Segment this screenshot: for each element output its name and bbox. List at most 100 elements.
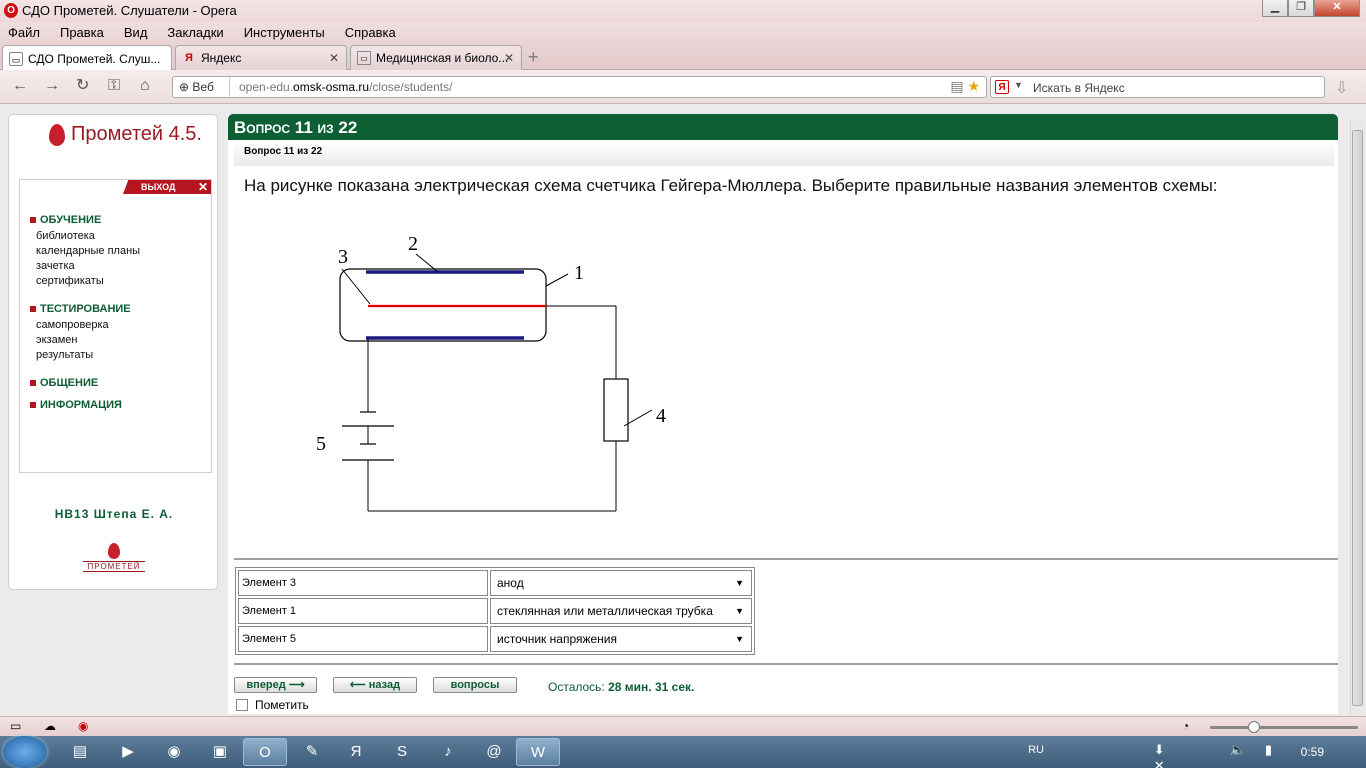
leader-1 xyxy=(545,273,569,287)
network-icon[interactable]: ▮ xyxy=(1265,742,1272,758)
scrollbar-thumb[interactable] xyxy=(1352,130,1363,706)
start-button[interactable] xyxy=(3,736,47,768)
back-icon[interactable]: ← xyxy=(12,77,28,95)
back-button[interactable]: ⟵ назад xyxy=(333,677,417,693)
download-icon[interactable]: ⇩ xyxy=(1335,78,1348,98)
zoom-slider[interactable] xyxy=(1210,721,1358,733)
answer-select-element-1[interactable]: стеклянная или металлическая трубка ▼ xyxy=(494,599,748,623)
reload-icon[interactable]: ↻ xyxy=(76,77,89,95)
menu-tools[interactable]: Инструменты xyxy=(244,25,325,40)
tab-label: Медицинская и биоло... xyxy=(376,51,509,65)
figure-label-3: 3 xyxy=(338,246,348,268)
menu-view[interactable]: Вид xyxy=(124,25,148,40)
maximize-button[interactable]: ❐ xyxy=(1288,0,1314,17)
minimize-button[interactable]: ▁ xyxy=(1262,0,1288,17)
sidebar-item-results[interactable]: результаты xyxy=(36,349,93,361)
sidebar-item-exam[interactable]: экзамен xyxy=(36,334,77,346)
sidebar-section-information[interactable]: ИНФОРМАЦИЯ xyxy=(30,399,122,411)
user-name: НВ13 Штепа Е. А. xyxy=(54,507,174,521)
word-icon[interactable]: W xyxy=(516,738,560,766)
web-badge[interactable]: ⊕ Веб xyxy=(173,77,230,97)
close-tab-icon[interactable]: ✕ xyxy=(504,51,514,65)
zoom-knob[interactable] xyxy=(1248,721,1260,733)
prometey-bottom-logo: ПРОМЕТЕЙ xyxy=(83,543,145,573)
flame-icon xyxy=(108,543,120,559)
search-placeholder: Искать в Яндекс xyxy=(1033,81,1125,95)
mail-icon[interactable]: @ xyxy=(472,738,516,766)
window-titlebar: O СДО Прометей. Слушатели - Opera ▁ ❐ ✕ xyxy=(0,0,1366,22)
question-panel: Вопрос 11 из 22 Вопрос 11 из 22 На рисун… xyxy=(228,114,1338,714)
sidebar-section-testing[interactable]: ТЕСТИРОВАНИЕ xyxy=(30,303,131,315)
skype-icon[interactable]: S xyxy=(380,738,424,766)
tab-sdo-prometey[interactable]: ▭ СДО Прометей. Слуш... xyxy=(2,45,172,71)
arrow-right-icon: ⟶ xyxy=(288,679,305,691)
sidebar-item-calendar-plans[interactable]: календарные планы xyxy=(36,245,140,257)
paint-icon[interactable]: ✎ xyxy=(290,738,334,766)
speed-dial-icon[interactable]: ◉ xyxy=(78,719,88,733)
tab-label: Яндекс xyxy=(201,51,242,65)
url-text[interactable]: open-edu.omsk-osma.ru/close/students/ xyxy=(239,80,452,94)
answer-select-element-3[interactable]: анод ▼ xyxy=(494,571,748,595)
language-indicator[interactable]: RU xyxy=(1028,744,1044,756)
sidebar-section-communication[interactable]: ОБЩЕНИЕ xyxy=(30,377,98,389)
vertical-scrollbar[interactable] xyxy=(1350,120,1364,714)
yandex-search-icon[interactable]: Я xyxy=(995,80,1009,94)
tab-label: СДО Прометей. Слуш... xyxy=(28,51,161,66)
status-bar: ▭ ☁ ◉ ◔ xyxy=(0,716,1366,736)
forward-icon[interactable]: → xyxy=(44,77,60,95)
key-icon[interactable]: ⚿ xyxy=(108,77,120,95)
resistor xyxy=(603,378,629,442)
arrow-left-icon: ⟵ xyxy=(349,679,366,691)
panel-toggle-icon[interactable]: ▭ xyxy=(10,719,21,733)
sound-app-icon[interactable]: ♪ xyxy=(426,738,470,766)
navigation-bar: ← → ↻ ⚿ ⌂ ⊕ Веб open-edu.omsk-osma.ru/cl… xyxy=(0,70,1366,104)
figure-label-4: 4 xyxy=(656,405,666,427)
tab-bar: ▭ СДО Прометей. Слуш... Я Яндекс ✕ ▭ Мед… xyxy=(0,42,1366,71)
sidebar-item-library[interactable]: библиотека xyxy=(36,230,95,242)
new-tab-icon[interactable]: + xyxy=(528,48,539,66)
media-center-icon[interactable]: ◉ xyxy=(152,738,196,766)
close-window-button[interactable]: ✕ xyxy=(1314,0,1360,17)
sidebar-item-self-check[interactable]: самопроверка xyxy=(36,319,109,331)
home-icon[interactable]: ⌂ xyxy=(140,77,150,95)
geiger-counter-circuit-diagram: 3 2 1 4 5 xyxy=(316,233,666,512)
menu-help[interactable]: Справка xyxy=(345,25,396,40)
time-remaining: Осталось: 28 мин. 31 сек. xyxy=(548,680,695,694)
menu-edit[interactable]: Правка xyxy=(60,25,104,40)
media-player-icon[interactable]: ▶ xyxy=(106,738,150,766)
yandex-taskbar-icon[interactable]: Я xyxy=(334,738,378,766)
clock[interactable]: 0:59 xyxy=(1301,745,1324,759)
menu-file[interactable]: Файл xyxy=(8,25,40,40)
sidebar-item-gradebook[interactable]: зачетка xyxy=(36,260,75,272)
tab-yandex[interactable]: Я Яндекс ✕ xyxy=(175,45,347,70)
close-tab-icon[interactable]: ✕ xyxy=(329,51,339,65)
questions-button[interactable]: вопросы xyxy=(433,677,517,693)
sidebar-item-certificates[interactable]: сертификаты xyxy=(36,275,104,287)
tab-medical[interactable]: ▭ Медицинская и биоло... ✕ xyxy=(350,45,522,70)
volume-icon[interactable]: 🔈 xyxy=(1230,742,1246,758)
checkbox[interactable] xyxy=(236,699,248,711)
chevron-down-icon[interactable]: ▼ xyxy=(1014,80,1023,90)
page-icon: ▭ xyxy=(357,51,371,65)
opera-taskbar-icon[interactable]: O xyxy=(243,738,287,766)
answer-select-element-5[interactable]: источник напряжения ▼ xyxy=(494,627,748,651)
notes-icon[interactable]: ◔ xyxy=(1182,719,1189,733)
rss-icon[interactable]: ▤ xyxy=(950,78,963,94)
address-bar[interactable]: ⊕ Веб open-edu.omsk-osma.ru/close/studen… xyxy=(172,76,987,98)
answer-label: Элемент 3 xyxy=(238,570,488,596)
menu-bookmarks[interactable]: Закладки xyxy=(167,25,223,40)
mark-checkbox[interactable]: Пометить xyxy=(236,698,309,712)
sidebar-section-learning[interactable]: ОБУЧЕНИЕ xyxy=(30,214,101,226)
search-field[interactable]: Я ▼ Искать в Яндекс xyxy=(990,76,1325,98)
explorer-icon[interactable]: ▤ xyxy=(58,738,102,766)
unite-icon[interactable]: ☁ xyxy=(44,719,56,733)
dropdown-arrow-icon: ▼ xyxy=(735,606,744,616)
bookmark-star-icon[interactable]: ★ xyxy=(967,78,980,94)
forward-button[interactable]: вперед ⟶ xyxy=(234,677,317,693)
divider xyxy=(234,663,1338,665)
window-icon[interactable]: ▣ xyxy=(198,738,242,766)
answers-table: Элемент 3 анод ▼ Элемент 1 стеклянная или… xyxy=(235,567,755,655)
table-row: Элемент 3 анод ▼ xyxy=(238,570,752,596)
exit-button[interactable]: ВЫХОД ✕ xyxy=(123,180,211,194)
close-icon: ✕ xyxy=(197,180,208,194)
